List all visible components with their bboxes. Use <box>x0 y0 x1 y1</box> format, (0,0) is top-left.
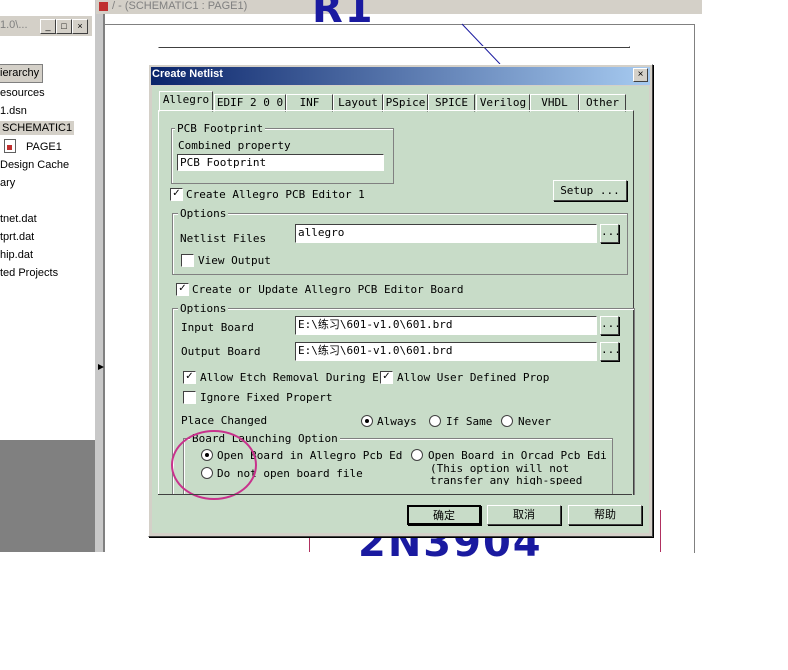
netlist-files-label: Netlist Files <box>180 232 267 245</box>
tree-item-dsn[interactable]: 1.dsn <box>0 105 27 117</box>
create-update-board-checkbox[interactable]: ✓ <box>176 283 189 296</box>
minimize-icon[interactable]: _ <box>40 19 56 34</box>
input-board-label: Input Board <box>181 321 254 334</box>
place-changed-label: Place Changed <box>181 414 268 427</box>
create-allegro-checkbox[interactable]: ✓ <box>170 188 183 201</box>
tree-item-schematic[interactable]: SCHEMATIC1 <box>0 121 75 135</box>
schematic-titlebar: / - (SCHEMATIC1 : PAGE1) <box>96 0 702 14</box>
help-button[interactable]: 帮助 <box>568 505 642 525</box>
ignore-fixed-label: Ignore Fixed Propert <box>200 391 333 404</box>
ok-button[interactable]: 确定 <box>407 505 481 525</box>
view-output-label: View Output <box>198 254 271 267</box>
tree-item-library[interactable]: ary <box>0 177 15 189</box>
part-reference-r1: R1 <box>312 0 375 32</box>
options-group-1-label: Options <box>178 207 229 220</box>
close-icon[interactable]: × <box>72 19 88 34</box>
allow-user-prop-label: Allow User Defined Prop <box>397 371 550 384</box>
splitter[interactable] <box>95 0 104 552</box>
combined-property-input[interactable]: PCB Footprint <box>177 154 384 171</box>
output-board-label: Output Board <box>181 345 261 358</box>
pane-bottom-area <box>0 440 95 552</box>
maximize-icon[interactable]: □ <box>56 19 72 34</box>
schematic-icon <box>99 2 108 11</box>
netlist-files-input[interactable]: allegro <box>295 224 597 243</box>
tab-strip-base <box>158 46 630 48</box>
schematic-title: / - (SCHEMATIC1 : PAGE1) <box>112 0 248 12</box>
tree-item-page1[interactable]: PAGE1 <box>26 141 62 153</box>
view-output-checkbox[interactable] <box>181 254 194 267</box>
wire-right <box>660 510 661 552</box>
setup-button[interactable]: Setup ... <box>553 180 627 201</box>
wire <box>461 23 501 64</box>
tree-item-pstxnet[interactable]: tnet.dat <box>0 213 37 225</box>
always-label: Always <box>377 415 417 428</box>
dialog-title: Create Netlist <box>152 68 223 80</box>
allow-user-prop-checkbox[interactable]: ✓ <box>380 371 393 384</box>
wire-left <box>309 535 310 552</box>
if-same-label: If Same <box>446 415 493 428</box>
netlist-files-browse-button[interactable]: ... <box>600 224 621 243</box>
place-changed-if-same-radio[interactable] <box>429 415 441 427</box>
tree-item-referenced-projects[interactable]: ted Projects <box>0 267 58 279</box>
combined-property-label: Combined property <box>178 139 291 152</box>
allow-etch-label: Allow Etch Removal During E <box>200 371 379 384</box>
panel-bottom-edge <box>158 494 632 495</box>
open-orcad-radio[interactable] <box>411 449 423 461</box>
tree-item-pstchip[interactable]: hip.dat <box>0 249 33 261</box>
project-pane-title: 1.0\... <box>0 19 28 31</box>
open-orcad-label: Open Board in Orcad Pcb Edi <box>428 449 607 462</box>
options-group-2-label: Options <box>178 302 229 315</box>
place-changed-never-radio[interactable] <box>501 415 513 427</box>
annotation-circle <box>171 430 257 500</box>
allow-etch-checkbox[interactable]: ✓ <box>183 371 196 384</box>
cancel-button[interactable]: 取消 <box>487 505 561 525</box>
output-board-browse-button[interactable]: ... <box>600 342 621 361</box>
tab-allegro[interactable]: Allegro <box>159 91 213 112</box>
tree-item-resources[interactable]: esources <box>0 87 45 99</box>
dialog-close-icon[interactable]: × <box>633 68 648 82</box>
ignore-fixed-checkbox[interactable] <box>183 391 196 404</box>
tree-item-design-cache[interactable]: Design Cache <box>0 159 69 171</box>
pcb-footprint-group-label: PCB Footprint <box>175 122 266 135</box>
output-board-input[interactable]: E:\练习\601-v1.0\601.brd <box>295 342 597 361</box>
input-board-input[interactable]: E:\练习\601-v1.0\601.brd <box>295 316 597 335</box>
never-label: Never <box>518 415 552 428</box>
orcad-note-line2: transfer any high-speed <box>430 474 583 485</box>
create-update-board-label: Create or Update Allegro PCB Editor Boar… <box>192 283 464 296</box>
place-changed-always-radio[interactable] <box>361 415 373 427</box>
dialog-titlebar <box>151 67 650 85</box>
create-allegro-label: Create Allegro PCB Editor 1 <box>186 188 365 201</box>
page-icon <box>4 139 16 153</box>
input-board-browse-button[interactable]: ... <box>600 316 621 335</box>
tree-item-pstxprt[interactable]: tprt.dat <box>0 231 34 243</box>
tab-hierarchy[interactable]: ierarchy <box>0 64 43 83</box>
